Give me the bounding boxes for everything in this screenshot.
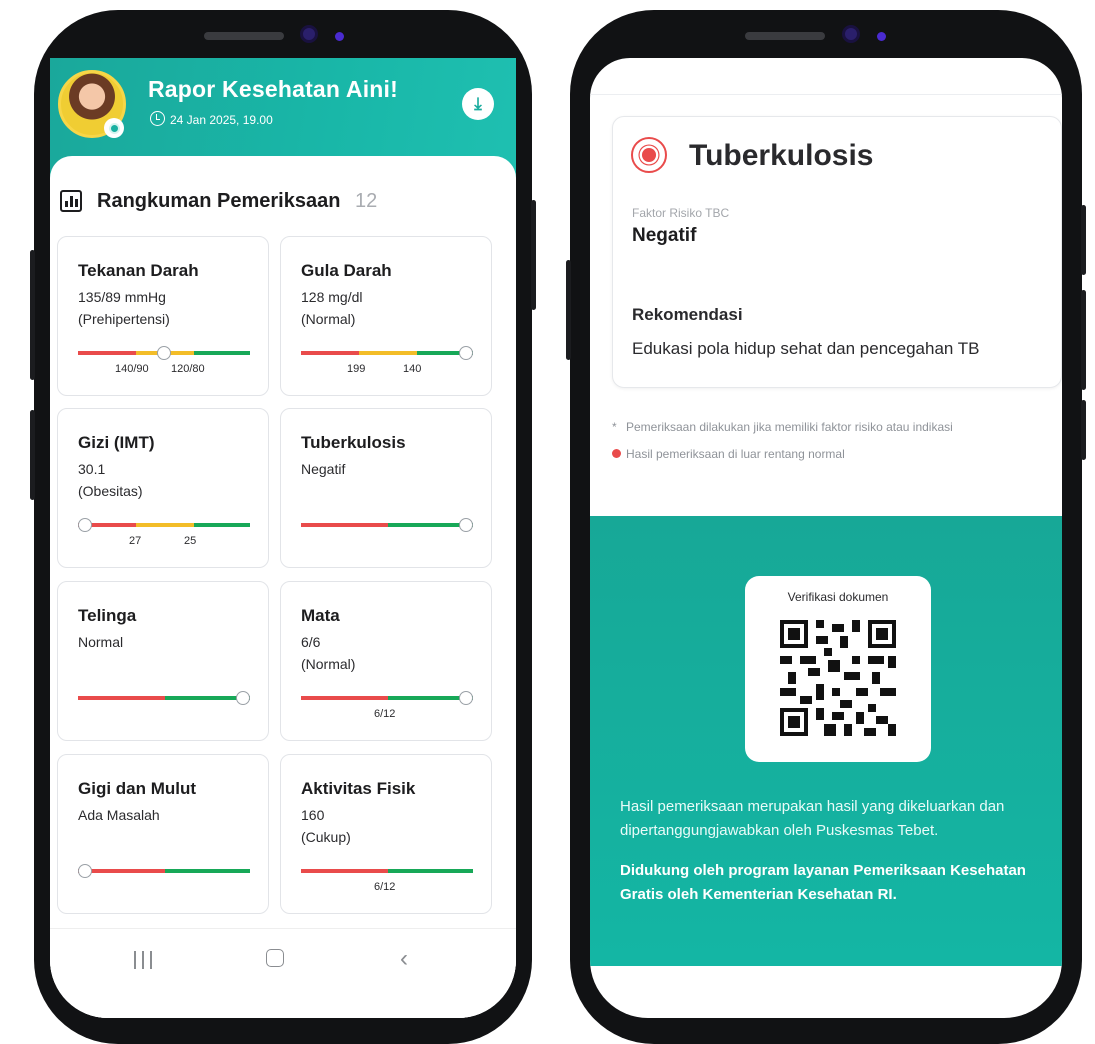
risk-factor-label: Faktor Risiko TBC bbox=[632, 206, 730, 220]
card-title: Mata bbox=[301, 606, 340, 625]
range-bar bbox=[301, 351, 473, 355]
report-title: Rapor Kesehatan Aini! bbox=[148, 76, 399, 102]
card-value: Normal bbox=[78, 634, 124, 650]
recommendation-label: Rekomendasi bbox=[632, 305, 743, 324]
eye-icon[interactable] bbox=[104, 118, 124, 138]
card-status: (Normal) bbox=[301, 311, 356, 327]
side-button bbox=[1081, 400, 1086, 460]
card-title: Gizi (IMT) bbox=[78, 433, 155, 452]
range-marker bbox=[459, 691, 473, 705]
range-marker bbox=[78, 864, 92, 878]
card-title: Tekanan Darah bbox=[78, 261, 199, 280]
card-tuberkulosis[interactable]: Tuberkulosis Negatif bbox=[280, 408, 492, 568]
card-aktivitas-fisik[interactable]: Aktivitas Fisik 160 (Cukup) 6/12 bbox=[280, 754, 492, 914]
range-bar bbox=[301, 523, 473, 527]
front-camera bbox=[842, 25, 860, 43]
card-status: (Normal) bbox=[301, 656, 356, 672]
card-gizi-imt[interactable]: Gizi (IMT) 30.1 (Obesitas) 27 25 bbox=[57, 408, 269, 568]
download-button[interactable]: ⤓ bbox=[462, 88, 494, 120]
card-value: 135/89 mmHg bbox=[78, 289, 166, 305]
range-tick: 140 bbox=[403, 363, 422, 375]
range-tick: 120/80 bbox=[171, 363, 205, 375]
range-marker bbox=[236, 691, 250, 705]
range-bar bbox=[78, 869, 250, 873]
card-value: 160 bbox=[301, 807, 325, 823]
card-title: Telinga bbox=[78, 606, 137, 625]
card-status: (Prehipertensi) bbox=[78, 311, 170, 327]
card-title: Aktivitas Fisik bbox=[301, 779, 416, 798]
risk-factor-value: Negatif bbox=[632, 225, 697, 246]
footer-disclaimer: Hasil pemeriksaan merupakan hasil yang d… bbox=[620, 798, 1005, 839]
card-value: Ada Masalah bbox=[78, 807, 160, 823]
card-status: (Obesitas) bbox=[78, 483, 143, 499]
range-tick: 199 bbox=[347, 363, 366, 375]
android-navbar: ‹ bbox=[50, 928, 516, 1018]
card-title: Gigi dan Mulut bbox=[78, 779, 197, 798]
bixby-button bbox=[30, 410, 35, 500]
tb-title: Tuberkulosis bbox=[689, 139, 874, 172]
card-value: 6/6 bbox=[301, 634, 321, 650]
download-icon: ⤓ bbox=[474, 94, 482, 113]
verification-label: Verifikasi dokumen bbox=[787, 590, 889, 604]
tuberculosis-detail-card: Tuberkulosis Faktor Risiko TBC Negatif R… bbox=[612, 116, 1062, 388]
clock-icon bbox=[150, 111, 165, 126]
divider bbox=[590, 94, 1062, 95]
bacteria-icon bbox=[631, 137, 667, 173]
power-button bbox=[1081, 205, 1086, 275]
red-dot-icon bbox=[612, 449, 621, 458]
range-bar bbox=[301, 696, 473, 700]
range-bar bbox=[78, 523, 250, 527]
left-screen: Rapor Kesehatan Aini! 24 Jan 2025, 19.00… bbox=[50, 58, 516, 1018]
range-tick: 6/12 bbox=[374, 708, 396, 720]
recents-icon[interactable] bbox=[134, 951, 152, 969]
summary-count: 12 bbox=[355, 190, 378, 212]
card-gigi-mulut[interactable]: Gigi dan Mulut Ada Masalah bbox=[57, 754, 269, 914]
back-icon[interactable]: ‹ bbox=[400, 945, 408, 973]
side-button bbox=[1081, 290, 1086, 390]
volume-button bbox=[30, 250, 35, 380]
range-marker bbox=[459, 518, 473, 532]
power-button bbox=[531, 200, 536, 310]
report-datetime: 24 Jan 2025, 19.00 bbox=[170, 113, 273, 127]
card-value: 128 mg/dl bbox=[301, 289, 363, 305]
front-camera bbox=[300, 25, 318, 43]
sensor-dot bbox=[877, 32, 886, 41]
card-tekanan-darah[interactable]: Tekanan Darah 135/89 mmHg (Prehipertensi… bbox=[57, 236, 269, 396]
card-telinga[interactable]: Telinga Normal bbox=[57, 581, 269, 741]
sensor-dot bbox=[335, 32, 344, 41]
asterisk-icon: * bbox=[612, 420, 617, 434]
card-gula-darah[interactable]: Gula Darah 128 mg/dl (Normal) 199 140 bbox=[280, 236, 492, 396]
card-title: Tuberkulosis bbox=[301, 433, 406, 452]
recommendation-value: Edukasi pola hidup sehat dan pencegahan … bbox=[632, 339, 980, 358]
verification-section: Verifikasi dokumen Hasil pemeriksaan mer… bbox=[590, 516, 1062, 966]
range-tick: 6/12 bbox=[374, 881, 396, 893]
home-icon[interactable] bbox=[266, 949, 284, 967]
card-mata[interactable]: Mata 6/6 (Normal) 6/12 bbox=[280, 581, 492, 741]
range-tick: 25 bbox=[184, 535, 197, 547]
card-status: (Cukup) bbox=[301, 829, 351, 845]
card-value: Negatif bbox=[301, 461, 346, 477]
footer-support: Didukung oleh program layanan Pemeriksaa… bbox=[620, 862, 1026, 903]
card-value: 30.1 bbox=[78, 461, 106, 477]
earpiece-speaker bbox=[745, 32, 825, 40]
range-tick: 27 bbox=[129, 535, 142, 547]
range-tick: 140/90 bbox=[115, 363, 149, 375]
range-marker bbox=[157, 346, 171, 360]
range-bar bbox=[78, 696, 250, 700]
earpiece-speaker bbox=[204, 32, 284, 40]
qr-card[interactable]: Verifikasi dokumen bbox=[745, 576, 931, 762]
footnote-indication: Pemeriksaan dilakukan jika memiliki fakt… bbox=[626, 420, 953, 434]
range-bar bbox=[301, 869, 473, 873]
qr-code-icon[interactable] bbox=[780, 620, 896, 736]
summary-sheet: Rangkuman Pemeriksaan 12 Tekanan Darah 1… bbox=[50, 156, 516, 1018]
volume-button bbox=[566, 260, 571, 360]
range-marker bbox=[459, 346, 473, 360]
summary-title: Rangkuman Pemeriksaan bbox=[97, 190, 341, 212]
card-title: Gula Darah bbox=[301, 261, 392, 280]
bar-chart-icon bbox=[60, 190, 82, 212]
right-screen: Tuberkulosis Faktor Risiko TBC Negatif R… bbox=[590, 58, 1062, 1018]
range-marker bbox=[78, 518, 92, 532]
footnote-out-of-range: Hasil pemeriksaan di luar rentang normal bbox=[626, 447, 845, 461]
